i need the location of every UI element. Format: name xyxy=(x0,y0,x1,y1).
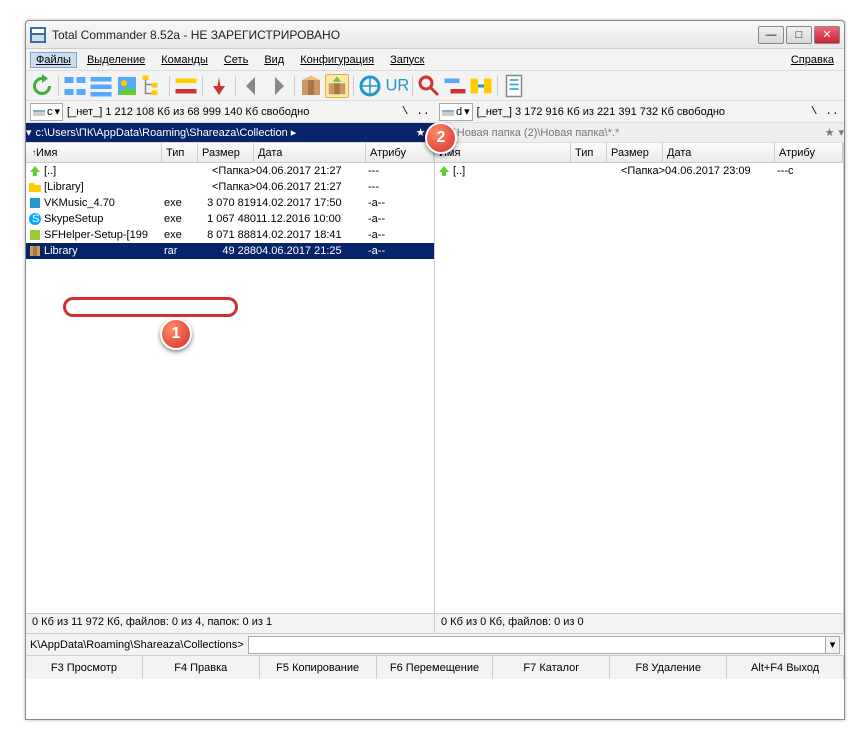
forward-icon[interactable] xyxy=(266,74,290,98)
file-row[interactable]: [..]<Папка>04.06.2017 21:27--- xyxy=(26,163,434,179)
f3-view[interactable]: F3 Просмотр xyxy=(26,656,143,679)
drive-left-select[interactable]: c ▾ xyxy=(30,103,63,121)
commandline-dropdown[interactable]: ▾ xyxy=(826,636,840,654)
ftp-icon[interactable] xyxy=(358,74,382,98)
up-left-button[interactable]: .. xyxy=(415,104,431,120)
search-icon[interactable] xyxy=(417,74,441,98)
status-left: 0 Кб из 11 972 Кб, файлов: 0 из 4, папок… xyxy=(26,614,435,633)
f6-move[interactable]: F6 Перемещение xyxy=(377,656,494,679)
path-right[interactable]: ▾d:\Новая папка (2)\Новая папка\*.* ★▾ xyxy=(435,123,844,142)
ftp-new-icon[interactable]: URL xyxy=(384,74,408,98)
view-thumbs-icon[interactable] xyxy=(115,74,139,98)
refresh-icon[interactable] xyxy=(30,74,54,98)
goto-icon[interactable] xyxy=(207,74,231,98)
col-name-left[interactable]: ↑Имя xyxy=(26,143,162,162)
menu-files[interactable]: Файлы xyxy=(30,52,77,68)
up-icon xyxy=(437,164,451,178)
drive-right-label: [_нет_] xyxy=(477,106,512,118)
menu-net[interactable]: Сеть xyxy=(218,52,254,68)
file-row[interactable]: [..]<Папка>04.06.2017 23:09---c xyxy=(435,163,843,179)
menu-view[interactable]: Вид xyxy=(258,52,290,68)
favorite-right-icon[interactable]: ★ xyxy=(821,126,839,139)
panels: ↑Имя Тип Размер Дата Атрибу [..]<Папка>0… xyxy=(26,143,844,613)
f5-copy[interactable]: F5 Копирование xyxy=(260,656,377,679)
col-size-left[interactable]: Размер xyxy=(198,143,254,162)
f7-mkdir[interactable]: F7 Каталог xyxy=(493,656,610,679)
exe-icon xyxy=(28,196,42,210)
col-date-right[interactable]: Дата xyxy=(663,143,775,162)
col-size-right[interactable]: Размер xyxy=(607,143,663,162)
altf4-exit[interactable]: Alt+F4 Выход xyxy=(727,656,844,679)
col-name-right[interactable]: Имя xyxy=(435,143,571,162)
close-button[interactable]: ✕ xyxy=(814,26,840,44)
col-date-left[interactable]: Дата xyxy=(254,143,366,162)
up-icon xyxy=(28,164,42,178)
menu-help[interactable]: Справка xyxy=(785,52,840,68)
status-right: 0 Кб из 0 Кб, файлов: 0 из 0 xyxy=(435,614,844,633)
file-row[interactable]: SSkypeSetupexe1 067 48011.12.2016 10:00-… xyxy=(26,211,434,227)
file-row[interactable]: VKMusic_4.70exe3 070 81914.02.2017 17:50… xyxy=(26,195,434,211)
window-title: Total Commander 8.52a - НЕ ЗАРЕГИСТРИРОВ… xyxy=(52,28,758,42)
toolbar: URL xyxy=(26,71,844,101)
commandline-input[interactable] xyxy=(248,636,826,654)
callout-1: 1 xyxy=(160,318,192,350)
svg-text:S: S xyxy=(32,213,39,225)
panel-right: Имя Тип Размер Дата Атрибу [..]<Папка>04… xyxy=(435,143,844,613)
titlebar: Total Commander 8.52a - НЕ ЗАРЕГИСТРИРОВ… xyxy=(26,21,844,49)
callout-2: 2 xyxy=(425,122,457,154)
file-row[interactable]: [Library]<Папка>04.06.2017 21:27--- xyxy=(26,179,434,195)
menu-commands[interactable]: Команды xyxy=(155,52,214,68)
invert-icon[interactable] xyxy=(174,74,198,98)
folder-icon xyxy=(28,180,42,194)
f8-delete[interactable]: F8 Удаление xyxy=(610,656,727,679)
f4-edit[interactable]: F4 Правка xyxy=(143,656,260,679)
rar-icon xyxy=(28,244,42,258)
file-list-right[interactable]: [..]<Папка>04.06.2017 23:09---c xyxy=(435,163,843,613)
drive-right-info: 3 172 916 Кб из 221 391 732 Кб свободно xyxy=(515,106,725,118)
sync-icon[interactable] xyxy=(469,74,493,98)
exe2-icon xyxy=(28,228,42,242)
svg-text:URL: URL xyxy=(386,76,409,94)
menubar: Файлы Выделение Команды Сеть Вид Конфигу… xyxy=(26,49,844,71)
col-ext-right[interactable]: Тип xyxy=(571,143,607,162)
path-right-text: d:\Новая папка (2)\Новая папка\*.* xyxy=(441,127,624,139)
view-full-icon[interactable] xyxy=(89,74,113,98)
pack-icon[interactable] xyxy=(299,74,323,98)
root-left-button[interactable]: \ xyxy=(397,104,413,120)
notepad-icon[interactable] xyxy=(502,74,526,98)
up-right-button[interactable]: .. xyxy=(824,104,840,120)
minimize-button[interactable]: — xyxy=(758,26,784,44)
maximize-button[interactable]: □ xyxy=(786,26,812,44)
root-right-button[interactable]: \ xyxy=(806,104,822,120)
panel-left: ↑Имя Тип Размер Дата Атрибу [..]<Папка>0… xyxy=(26,143,435,613)
drive-right-letter: d xyxy=(456,106,462,118)
back-icon[interactable] xyxy=(240,74,264,98)
drive-right-select[interactable]: d ▾ xyxy=(439,103,473,121)
drive-left-letter: c xyxy=(47,106,53,118)
file-row[interactable]: SFHelper-Setup-[199exe8 071 88814.02.201… xyxy=(26,227,434,243)
col-attr-left[interactable]: Атрибу xyxy=(366,143,434,162)
path-left[interactable]: ▾c:\Users\ПК\AppData\Roaming\Shareaza\Co… xyxy=(26,123,435,142)
tree-icon[interactable] xyxy=(141,74,165,98)
file-list-left[interactable]: [..]<Папка>04.06.2017 21:27---[Library]<… xyxy=(26,163,434,613)
app-icon xyxy=(30,27,46,43)
col-ext-left[interactable]: Тип xyxy=(162,143,198,162)
function-keys: F3 Просмотр F4 Правка F5 Копирование F6 … xyxy=(26,655,844,679)
menu-selection[interactable]: Выделение xyxy=(81,52,151,68)
skype-icon: S xyxy=(28,212,42,226)
multirename-icon[interactable] xyxy=(443,74,467,98)
drive-left-info: 1 212 108 Кб из 68 999 140 Кб свободно xyxy=(105,106,309,118)
menu-config[interactable]: Конфигурация xyxy=(294,52,380,68)
commandline: K\AppData\Roaming\Shareaza\Collections> … xyxy=(26,633,844,655)
file-row[interactable]: Libraryrar49 28804.06.2017 21:25-a-- xyxy=(26,243,434,259)
commandline-path: K\AppData\Roaming\Shareaza\Collections> xyxy=(30,639,244,651)
drive-left-label: [_нет_] xyxy=(67,106,102,118)
col-attr-right[interactable]: Атрибу xyxy=(775,143,843,162)
view-brief-icon[interactable] xyxy=(63,74,87,98)
path-left-text: c:\Users\ПК\AppData\Roaming\Shareaza\Col… xyxy=(32,126,301,139)
status-bar: 0 Кб из 11 972 Кб, файлов: 0 из 4, папок… xyxy=(26,613,844,633)
drive-bar: c ▾ [_нет_] 1 212 108 Кб из 68 999 140 К… xyxy=(26,101,844,123)
unpack-icon[interactable] xyxy=(325,74,349,98)
menu-start[interactable]: Запуск xyxy=(384,52,430,68)
